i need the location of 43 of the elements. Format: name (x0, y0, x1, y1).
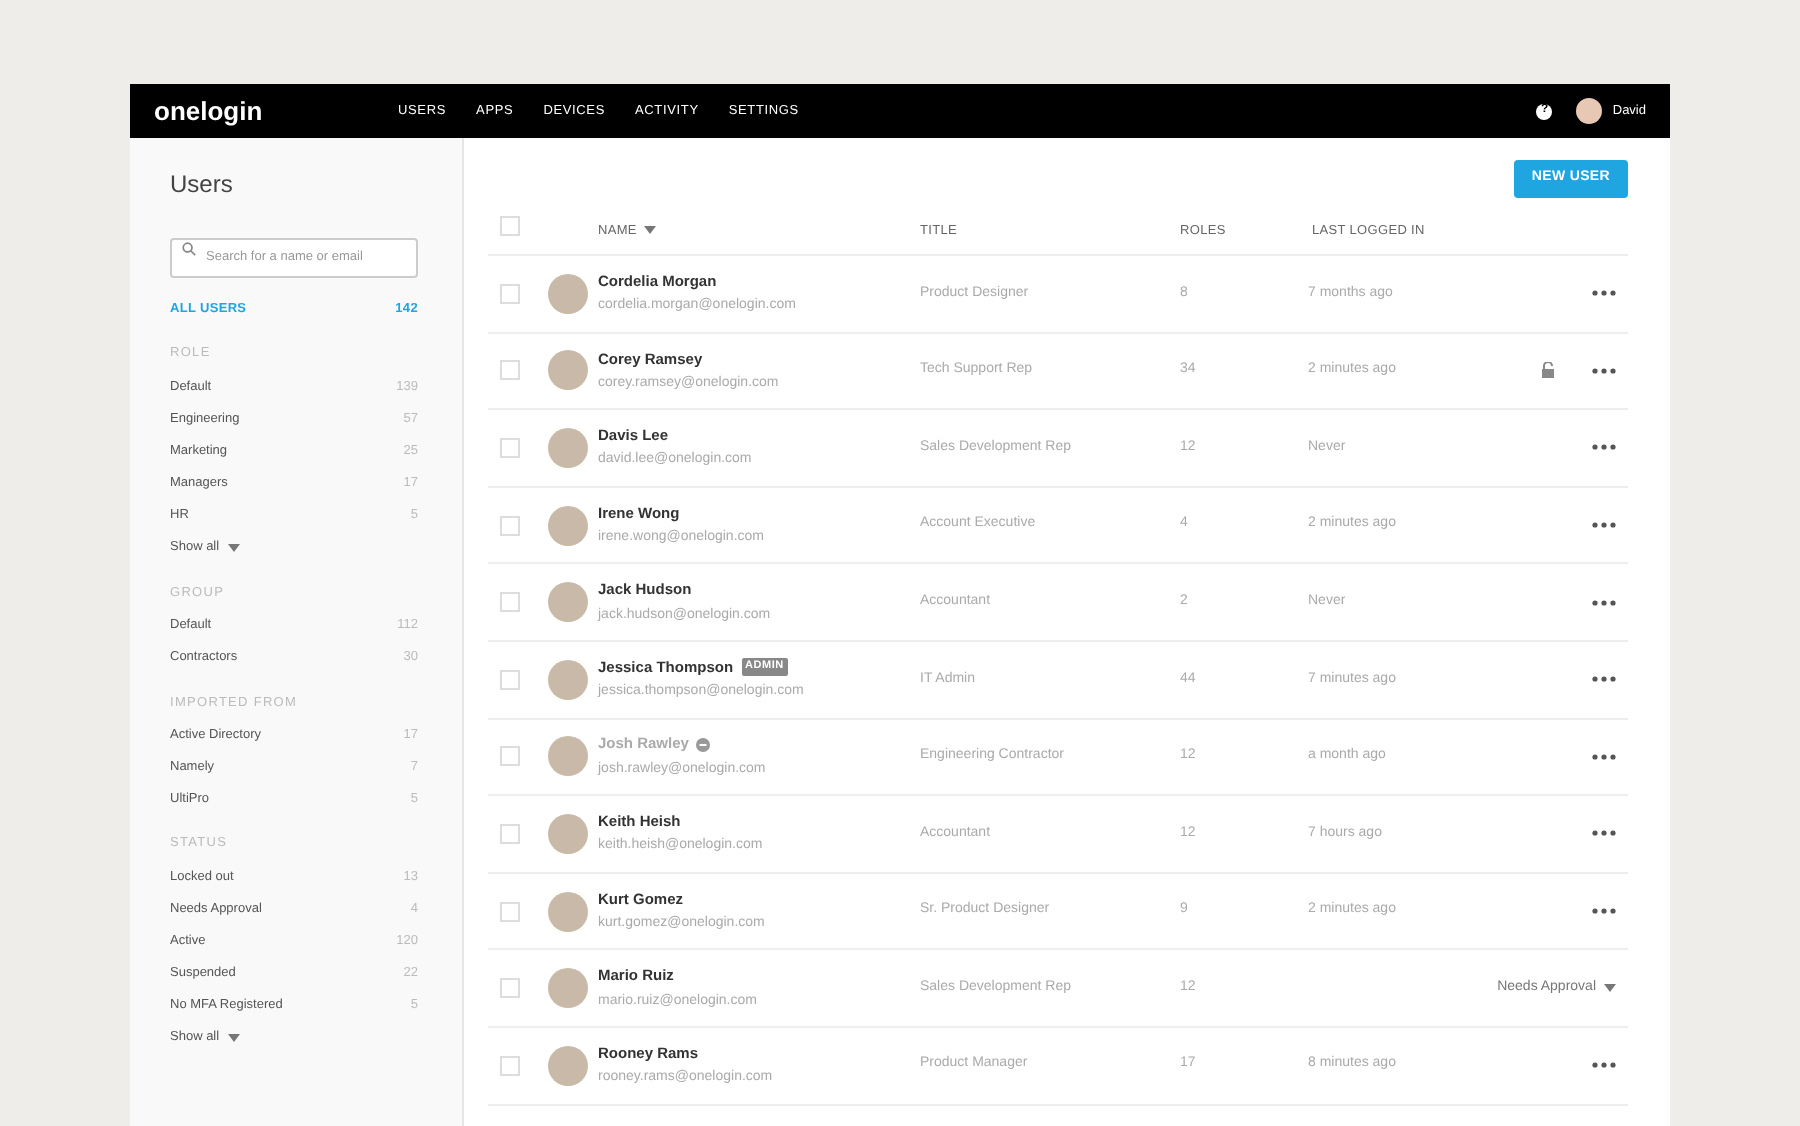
avatar (548, 350, 588, 391)
checkbox[interactable] (500, 360, 520, 381)
checkbox[interactable] (500, 437, 520, 458)
checkbox[interactable] (500, 901, 520, 922)
more-icon[interactable] (1592, 753, 1616, 760)
avatar (548, 1045, 588, 1086)
more-icon[interactable] (1592, 599, 1616, 606)
page-title: Users (170, 168, 235, 202)
avatar (548, 505, 588, 546)
search-icon (182, 241, 196, 255)
more-icon[interactable] (1592, 367, 1616, 374)
avatar (548, 891, 588, 932)
avatar (548, 968, 588, 1009)
caret-icon (1604, 984, 1616, 993)
checkbox[interactable] (500, 283, 520, 304)
checkbox[interactable] (500, 823, 520, 844)
padlock-icon (1542, 362, 1554, 379)
checkbox[interactable] (500, 592, 520, 613)
checkbox[interactable] (500, 515, 520, 536)
avatar (548, 427, 588, 468)
checkbox[interactable] (500, 669, 520, 690)
checkbox[interactable] (500, 746, 520, 767)
caret-icon (227, 543, 240, 552)
avatar (548, 273, 588, 314)
logo[interactable]: onelogin (154, 91, 398, 131)
more-icon[interactable] (1592, 290, 1616, 297)
caret-icon (227, 1033, 240, 1042)
avatar (548, 736, 588, 777)
minus-circle-icon (696, 737, 711, 752)
more-icon[interactable] (1592, 908, 1616, 915)
user-avatar[interactable] (1576, 98, 1603, 124)
avatar (548, 582, 588, 623)
checkbox[interactable] (500, 215, 520, 235)
avatar (548, 659, 588, 700)
more-icon[interactable] (1592, 522, 1616, 529)
caret-icon (644, 226, 657, 235)
checkbox[interactable] (500, 1055, 520, 1076)
more-icon[interactable] (1592, 830, 1616, 837)
checkbox[interactable] (500, 978, 520, 999)
more-icon[interactable] (1592, 1062, 1616, 1069)
avatar (548, 813, 588, 854)
more-icon[interactable] (1592, 676, 1616, 683)
more-icon[interactable] (1592, 444, 1616, 451)
